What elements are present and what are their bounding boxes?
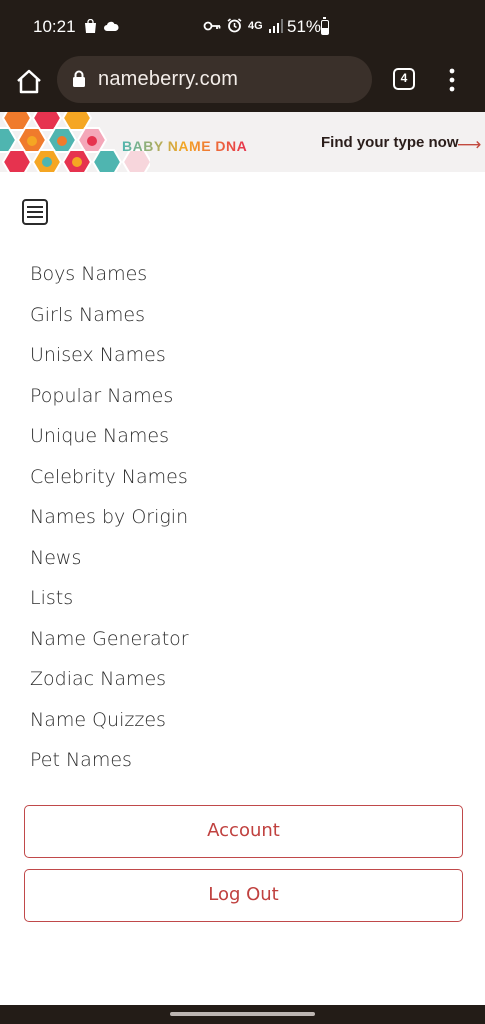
- account-button[interactable]: Account: [24, 805, 463, 858]
- battery-percent: 51%: [287, 17, 322, 36]
- alarm-icon: [227, 18, 242, 33]
- menu-toggle-icon[interactable]: [22, 199, 48, 225]
- network-type: 4G: [248, 19, 263, 32]
- address-bar[interactable]: nameberry.com: [57, 56, 372, 103]
- status-bar: 10:21 4G 51%: [0, 0, 485, 56]
- system-icons: 4G: [203, 18, 283, 33]
- more-options-icon[interactable]: [444, 68, 460, 92]
- notification-icons: [84, 19, 119, 34]
- banner-cta-text[interactable]: Find your type now: [321, 134, 459, 151]
- nav-item-lists[interactable]: Lists: [30, 581, 450, 622]
- nav-item-unique-names[interactable]: Unique Names: [30, 419, 450, 460]
- nav-item-name-quizzes[interactable]: Name Quizzes: [30, 703, 450, 744]
- nav-item-news[interactable]: News: [30, 541, 450, 582]
- browser-toolbar: nameberry.com 4: [0, 56, 485, 112]
- signal-icon: [268, 18, 283, 33]
- nav-item-boys-names[interactable]: Boys Names: [30, 257, 450, 298]
- nav-item-names-by-origin[interactable]: Names by Origin: [30, 500, 450, 541]
- home-icon[interactable]: [14, 67, 44, 97]
- nav-item-unisex-names[interactable]: Unisex Names: [30, 338, 450, 379]
- system-nav-bar: [0, 1005, 485, 1024]
- nav-item-name-generator[interactable]: Name Generator: [30, 622, 450, 663]
- nav-menu: Boys Names Girls Names Unisex Names Popu…: [30, 257, 450, 784]
- nav-item-pet-names[interactable]: Pet Names: [30, 743, 450, 784]
- nav-item-celebrity-names[interactable]: Celebrity Names: [30, 460, 450, 501]
- gesture-handle[interactable]: [170, 1012, 315, 1016]
- log-out-button[interactable]: Log Out: [24, 869, 463, 922]
- url-text: nameberry.com: [98, 68, 239, 90]
- nav-item-girls-names[interactable]: Girls Names: [30, 298, 450, 339]
- lock-icon: [73, 70, 85, 87]
- key-icon: [203, 21, 221, 30]
- tab-switcher-button[interactable]: 4: [393, 68, 415, 90]
- status-time: 10:21: [33, 17, 76, 36]
- banner-brand-text: BABY NAME DNA: [122, 138, 248, 154]
- battery-icon: [321, 17, 329, 35]
- arrow-right-icon: ⟶: [457, 135, 482, 154]
- cloud-icon: [104, 21, 119, 31]
- nav-item-zodiac-names[interactable]: Zodiac Names: [30, 662, 450, 703]
- baby-name-dna-banner[interactable]: BABY NAME DNA Find your type now ⟶: [0, 112, 485, 172]
- nav-item-popular-names[interactable]: Popular Names: [30, 379, 450, 420]
- shopping-bag-icon: [85, 19, 96, 33]
